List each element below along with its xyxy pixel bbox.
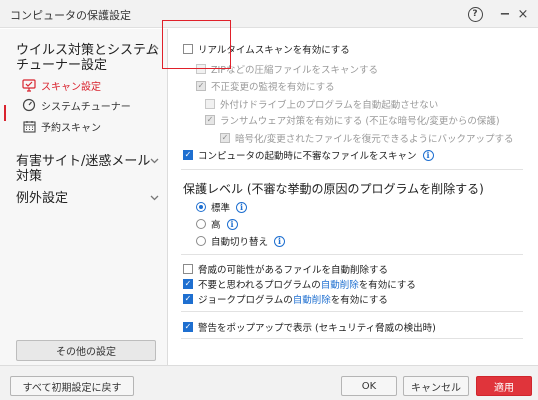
sidebar-section-exceptions[interactable]: 例外設定: [16, 191, 68, 206]
info-icon[interactable]: i: [274, 235, 286, 247]
sidebar-item-label: スキャン設定: [41, 81, 101, 93]
ransomware-checkbox: ✓: [205, 115, 215, 125]
divider: [181, 311, 523, 312]
level-standard-option[interactable]: 標準 i: [196, 200, 248, 214]
protection-level-title: 保護レベル (不審な挙動の原因のプログラムを削除する): [183, 182, 484, 196]
sidebar-section-label: ウイルス対策とシステム: [16, 43, 159, 58]
chevron-up-icon[interactable]: [150, 43, 159, 53]
sidebar-item-label: システムチューナー: [41, 101, 131, 113]
title-bar: コンピュータの保護設定 ? − ×: [0, 0, 538, 28]
option-label: 暗号化/変更されたファイルを復元できるようにバックアップする: [235, 134, 514, 145]
settings-panel: リアルタイムスキャンを有効にする ZIPなどの圧縮ファイルをスキャンする ✓ 不…: [169, 29, 538, 365]
option-label: 外付けドライブ上のプログラムを自動起動させない: [220, 100, 439, 111]
sidebar-section-label: チューナー設定: [16, 58, 108, 73]
help-icon: ?: [467, 6, 483, 22]
level-high-radio[interactable]: [196, 219, 206, 229]
sidebar-section-antivirus[interactable]: ウイルス対策とシステム チューナー設定: [16, 43, 159, 73]
divider: [181, 338, 523, 339]
info-icon[interactable]: i: [236, 201, 248, 213]
option-label: を有効にする: [330, 295, 388, 306]
level-high-option[interactable]: 高 i: [196, 217, 238, 231]
startup-scan-option[interactable]: ✓ コンピュータの起動時に不審なファイルをスキャン i: [183, 148, 434, 162]
level-auto-radio[interactable]: [196, 236, 206, 246]
sidebar-item-scheduled-scan[interactable]: 予約スキャン: [22, 117, 101, 135]
level-auto-option[interactable]: 自動切り替え i: [196, 234, 286, 248]
auto-delete-joke-checkbox[interactable]: ✓: [183, 294, 193, 304]
chevron-down-icon[interactable]: [150, 157, 159, 167]
auto-delete-link[interactable]: 自動削除: [321, 277, 359, 291]
chevron-down-icon[interactable]: [150, 194, 159, 204]
option-label: コンピュータの起動時に不審なファイルをスキャン: [198, 151, 417, 162]
popup-warning-option[interactable]: ✓ 警告をポップアップで表示 (セキュリティ脅威の検出時): [183, 320, 436, 334]
divider: [181, 254, 523, 255]
info-icon[interactable]: i: [226, 218, 238, 230]
sidebar-item-system-tuner[interactable]: システムチューナー: [22, 96, 131, 114]
option-label: 高: [211, 220, 221, 231]
reset-defaults-button[interactable]: すべて初期設定に戻す: [10, 376, 134, 396]
sidebar-section-label: 対策: [16, 169, 43, 184]
other-settings-button[interactable]: その他の設定: [16, 340, 156, 361]
option-label: 脅威の可能性があるファイルを自動削除する: [198, 265, 389, 276]
ransomware-option: ✓ ランサムウェア対策を有効にする (不正な暗号化/変更からの保護): [205, 113, 500, 127]
gauge-icon: [22, 98, 36, 112]
info-icon[interactable]: i: [422, 149, 434, 161]
option-label: 不要と思われるプログラムの: [198, 280, 321, 291]
sidebar-item-label: 予約スキャン: [41, 122, 101, 134]
option-label: ZIPなどの圧縮ファイルをスキャンする: [211, 65, 379, 76]
auto-delete-joke-option[interactable]: ✓ ジョークプログラムの 自動削除 を有効にする: [183, 292, 388, 306]
auto-delete-unwanted-option[interactable]: ✓ 不要と思われるプログラムの 自動削除 を有効にする: [183, 277, 416, 291]
backup-checkbox: ✓: [220, 133, 230, 143]
auto-delete-link[interactable]: 自動削除: [293, 292, 331, 306]
auto-delete-unwanted-checkbox[interactable]: ✓: [183, 279, 193, 289]
external-drive-option: 外付けドライブ上のプログラムを自動起動させない: [205, 97, 438, 111]
monitor-icon: [22, 78, 36, 92]
auto-delete-threat-option[interactable]: 脅威の可能性があるファイルを自動削除する: [183, 262, 388, 276]
startup-scan-checkbox[interactable]: ✓: [183, 150, 193, 160]
level-standard-radio[interactable]: [196, 202, 206, 212]
backup-option: ✓ 暗号化/変更されたファイルを復元できるようにバックアップする: [220, 131, 514, 145]
cancel-button[interactable]: キャンセル: [403, 376, 469, 396]
option-label: ランサムウェア対策を有効にする (不正な暗号化/変更からの保護): [220, 116, 500, 127]
help-button[interactable]: ?: [466, 5, 484, 23]
calendar-icon: [22, 119, 36, 133]
option-label: 標準: [211, 203, 231, 214]
footer-bar: すべて初期設定に戻す OK キャンセル 適用: [0, 365, 538, 400]
option-label: 警告をポップアップで表示 (セキュリティ脅威の検出時): [198, 323, 436, 334]
option-label: 不正変更の監視を有効にする: [211, 82, 335, 93]
popup-warning-checkbox[interactable]: ✓: [183, 322, 193, 332]
close-button[interactable]: ×: [514, 5, 532, 23]
minimize-button[interactable]: −: [496, 5, 514, 23]
sidebar: ウイルス対策とシステム チューナー設定 スキャン設定 システムチューナー 予約ス…: [0, 29, 168, 365]
option-label: を有効にする: [358, 280, 416, 291]
sidebar-section-label: 有害サイト/迷惑メール: [16, 154, 151, 169]
sidebar-section-web-mail[interactable]: 有害サイト/迷惑メール 対策: [16, 154, 150, 184]
sidebar-item-scan-settings[interactable]: スキャン設定: [22, 76, 101, 94]
auto-delete-threat-checkbox[interactable]: [183, 264, 193, 274]
tamper-monitor-option: ✓ 不正変更の監視を有効にする: [196, 79, 335, 93]
window-title: コンピュータの保護設定: [10, 9, 131, 22]
apply-button[interactable]: 適用: [476, 376, 532, 396]
external-drive-checkbox: [205, 99, 215, 109]
tamper-monitor-checkbox: ✓: [196, 81, 206, 91]
ok-button[interactable]: OK: [341, 376, 397, 396]
active-indicator: [4, 105, 6, 121]
divider: [181, 169, 523, 170]
highlight-box: [162, 20, 231, 69]
option-label: 自動切り替え: [211, 237, 269, 248]
option-label: ジョークプログラムの: [198, 295, 293, 306]
